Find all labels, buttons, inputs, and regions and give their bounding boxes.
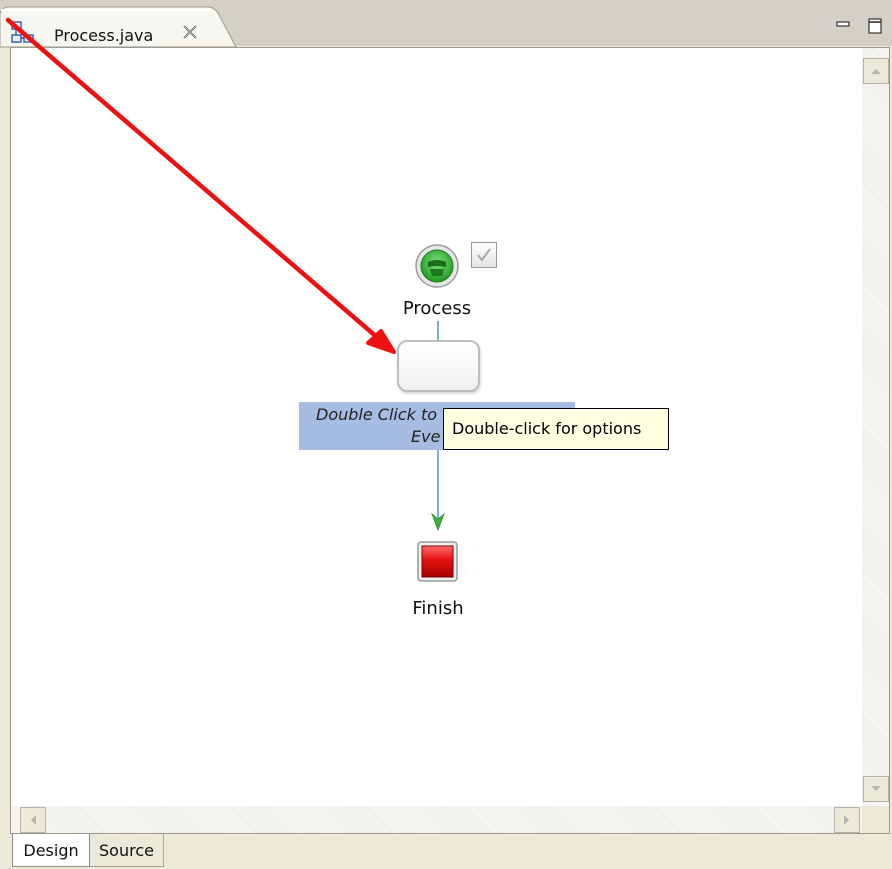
arrow-up-icon	[871, 69, 881, 74]
editor-tab-process-java[interactable]: Process.java	[0, 6, 240, 48]
finish-node-icon	[417, 541, 458, 582]
finish-node[interactable]	[417, 541, 458, 582]
process-diagram-icon	[10, 20, 36, 46]
vertical-scrollbar[interactable]	[862, 48, 889, 807]
node-checkbox[interactable]	[471, 242, 497, 268]
start-node-label: Process	[402, 298, 472, 319]
scroll-left-button[interactable]	[20, 807, 46, 833]
arrow-right-icon	[844, 815, 849, 825]
arrow-left-icon	[31, 815, 36, 825]
scrollbar-track[interactable]	[12, 806, 862, 833]
close-icon[interactable]	[180, 23, 200, 43]
start-node[interactable]	[414, 243, 460, 289]
editor-tab-bar: Process.java	[0, 0, 892, 48]
activity-label-line-2: Eve	[411, 427, 441, 446]
horizontal-scrollbar[interactable]	[12, 806, 862, 833]
scroll-right-button[interactable]	[834, 807, 860, 833]
editor-tab-label: Process.java	[54, 26, 154, 45]
activity-node[interactable]	[397, 340, 480, 392]
arrow-down-icon	[871, 786, 881, 791]
minimize-icon[interactable]	[834, 17, 852, 35]
tab-source[interactable]: Source	[90, 834, 164, 867]
activity-label-line-1: Double Click to	[316, 405, 438, 424]
scrollbar-corner	[862, 806, 889, 833]
finish-node-label: Finish	[412, 598, 464, 619]
start-node-icon	[415, 244, 459, 288]
editor-mode-tabs: Design Source	[0, 834, 892, 869]
tab-design[interactable]: Design	[12, 834, 90, 867]
scroll-down-button[interactable]	[863, 776, 889, 802]
scrollbar-track[interactable]	[862, 48, 889, 807]
maximize-icon[interactable]	[866, 17, 884, 35]
checkmark-icon	[477, 248, 491, 262]
scroll-up-button[interactable]	[863, 58, 889, 84]
tooltip: Double-click for options	[443, 408, 669, 450]
